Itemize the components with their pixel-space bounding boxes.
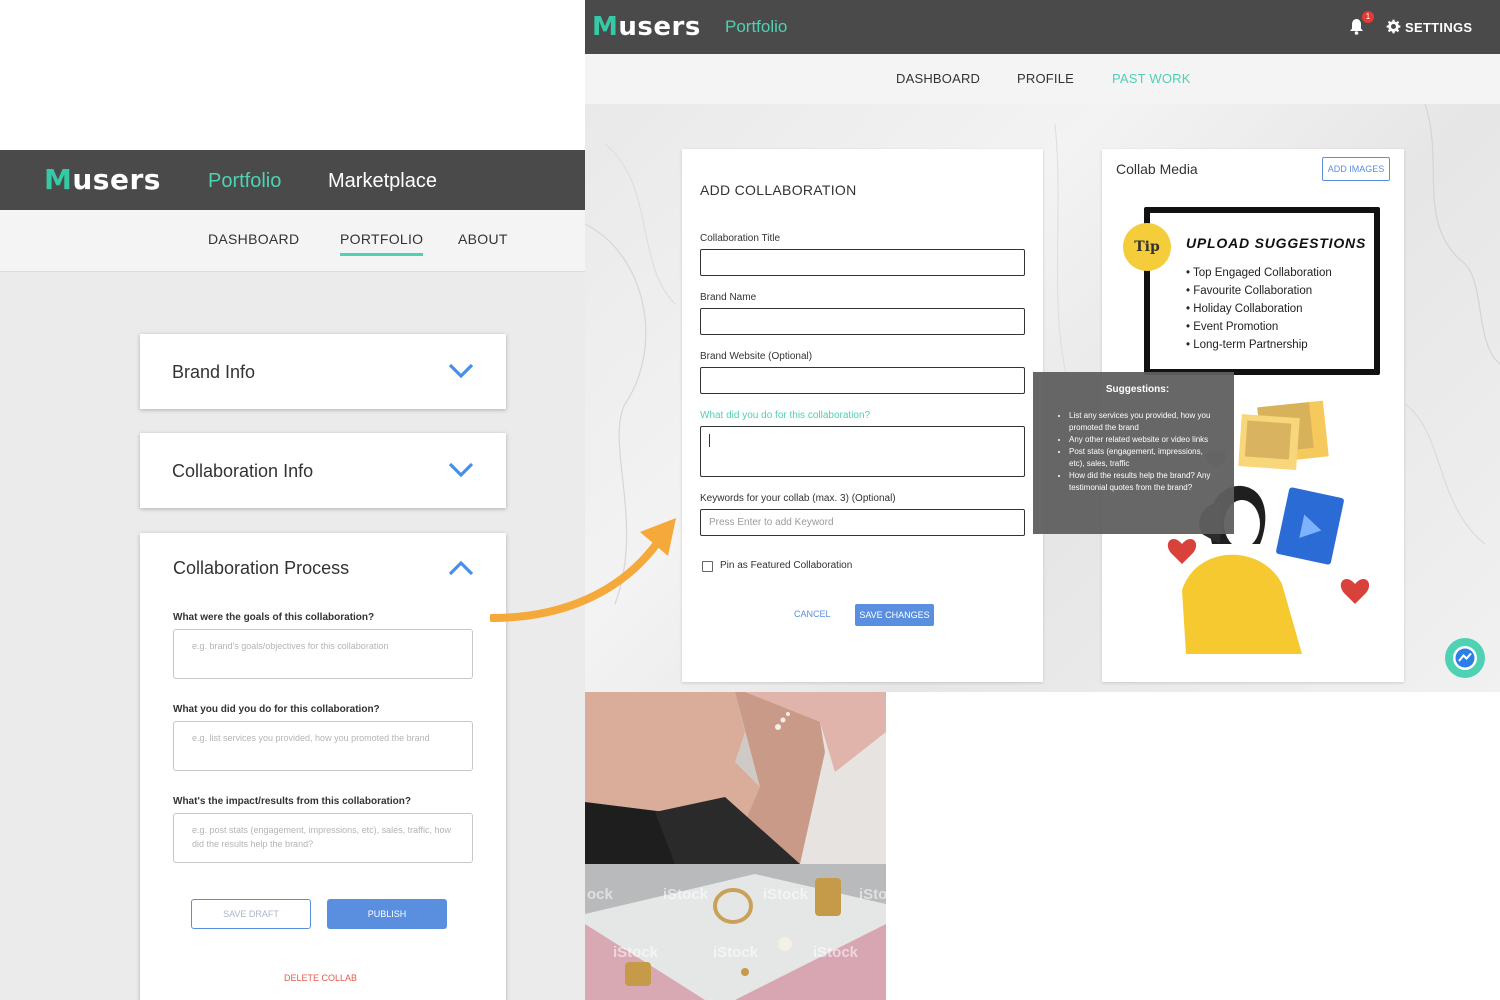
top-navbar: Musers Portfolio 1 SETTINGS (585, 0, 1500, 54)
pin-featured-label[interactable]: Pin as Featured Collaboration (720, 560, 852, 571)
subnav-past-work[interactable]: PAST WORK (1112, 71, 1191, 86)
save-changes-button[interactable]: SAVE CHANGES (855, 604, 934, 626)
watermark: iStock (663, 886, 709, 903)
delete-collab-button[interactable]: DELETE COLLAB (284, 973, 357, 983)
bell-icon[interactable] (1349, 18, 1364, 35)
tip-item: Event Promotion (1186, 321, 1332, 339)
field-label: Brand Name (700, 292, 757, 303)
publish-button[interactable]: PUBLISH (327, 899, 447, 929)
nav-marketplace-link[interactable]: Marketplace (328, 170, 437, 193)
keywords-placeholder: Press Enter to add Keyword (709, 517, 834, 528)
tooltip-item: Post stats (engagement, impressions, etc… (1069, 446, 1220, 470)
subnav-about[interactable]: ABOUT (458, 231, 508, 247)
musers-logo[interactable]: Musers (44, 163, 161, 196)
accordion-collab-info[interactable]: Collaboration Info (140, 433, 506, 508)
collab-title-input[interactable] (700, 249, 1025, 276)
settings-link[interactable]: SETTINGS (1405, 20, 1472, 35)
messenger-icon (1453, 646, 1477, 670)
add-collaboration-card: ADD COLLABORATION Collaboration Title Br… (682, 149, 1043, 682)
watermark: iStock (859, 886, 886, 903)
top-navbar: Musers Portfolio Marketplace (0, 150, 585, 210)
question-label: What's the impact/results from this coll… (173, 796, 411, 807)
sub-navbar: DASHBOARD PROFILE PAST WORK (585, 54, 1500, 104)
gear-icon[interactable] (1386, 19, 1401, 34)
subnav-profile[interactable]: PROFILE (1017, 71, 1074, 86)
field-label: Keywords for your collab (max. 3) (Optio… (700, 493, 896, 504)
musers-logo[interactable]: Musers (592, 12, 701, 42)
field-label: Brand Website (Optional) (700, 351, 813, 362)
keywords-input[interactable]: Press Enter to add Keyword (700, 509, 1025, 536)
question-label: What you did you do for this collaborati… (173, 704, 380, 715)
upload-suggestions-board: UPLOAD SUGGESTIONS Top Engaged Collabora… (1144, 207, 1380, 375)
field-label: Collaboration Title (700, 233, 781, 244)
goals-textarea[interactable]: e.g. brand's goals/objectives for this c… (173, 629, 473, 679)
messenger-chat-button[interactable] (1445, 638, 1485, 678)
services-textarea[interactable]: e.g. list services you provided, how you… (173, 721, 473, 771)
tip-list: Top Engaged Collaboration Favourite Coll… (1186, 267, 1332, 357)
watermark: iStock (763, 886, 809, 903)
text-caret (709, 434, 710, 447)
watermark: iStock (713, 944, 759, 961)
portrait-photo (585, 692, 886, 864)
watermark: iStock (813, 944, 859, 961)
watermark: iStock (613, 944, 659, 961)
accordion-title: Collaboration Process (173, 558, 350, 578)
jewelry-illustration (585, 864, 886, 1000)
jewelry-photo: ock iStock iStock iStock iStock iStock i… (585, 864, 886, 1000)
chevron-down-icon[interactable] (448, 461, 474, 479)
tooltip-item: How did the results help the brand? Any … (1069, 470, 1220, 494)
chevron-down-icon[interactable] (448, 362, 474, 380)
tip-badge: Tip (1123, 223, 1171, 271)
cancel-button[interactable]: CANCEL (794, 609, 831, 619)
watermark: ock (587, 886, 613, 903)
new-portfolio-ui: Musers Portfolio 1 SETTINGS DASHBOARD PR… (585, 0, 1500, 692)
accordion-brand-info[interactable]: Brand Info (140, 334, 506, 409)
subnav-dashboard[interactable]: DASHBOARD (896, 71, 980, 86)
accordion-title: Collaboration Info (172, 461, 314, 481)
nav-portfolio-link[interactable]: Portfolio (208, 170, 281, 193)
subnav-dashboard[interactable]: DASHBOARD (208, 231, 299, 247)
tip-item: Top Engaged Collaboration (1186, 267, 1332, 285)
subnav-portfolio[interactable]: PORTFOLIO (340, 231, 424, 256)
accordion-collab-process[interactable]: Collaboration Process What were the goal… (140, 533, 506, 1000)
form-title: ADD COLLABORATION (700, 182, 857, 198)
notification-badge: 1 (1362, 11, 1374, 23)
accordion-title: Brand Info (172, 362, 256, 382)
tip-item: Favourite Collaboration (1186, 285, 1332, 303)
chevron-up-icon[interactable] (448, 559, 474, 577)
tip-item: Long-term Partnership (1186, 339, 1332, 357)
tooltip-list: List any services you provided, how you … (1055, 410, 1220, 494)
pin-featured-checkbox[interactable] (702, 561, 713, 572)
brand-name-input[interactable] (700, 308, 1025, 335)
media-title: Collab Media (1116, 161, 1198, 177)
portrait-illustration (585, 692, 886, 864)
add-images-button[interactable]: ADD IMAGES (1322, 157, 1390, 181)
field-label-focused: What did you do for this collaboration? (700, 410, 871, 421)
tooltip-item: Any other related website or video links (1069, 434, 1220, 446)
nav-portfolio-link[interactable]: Portfolio (725, 17, 787, 37)
tooltip-title: Suggestions: (1105, 384, 1170, 395)
transition-arrow-icon (490, 518, 676, 622)
composite-screenshot: Musers Portfolio Marketplace DASHBOARD P… (0, 0, 1500, 1000)
results-textarea[interactable]: e.g. post stats (engagement, impressions… (173, 813, 473, 863)
save-draft-button[interactable]: SAVE DRAFT (191, 899, 311, 929)
brand-website-input[interactable] (700, 367, 1025, 394)
sub-navbar: DASHBOARD PORTFOLIO ABOUT (0, 210, 585, 272)
tip-heading: UPLOAD SUGGESTIONS (1186, 235, 1367, 251)
tooltip-item: List any services you provided, how you … (1069, 410, 1220, 434)
question-label: What were the goals of this collaboratio… (173, 612, 375, 623)
what-did-you-do-textarea[interactable] (700, 426, 1025, 477)
suggestions-tooltip: Suggestions: List any services you provi… (1033, 372, 1234, 534)
tip-item: Holiday Collaboration (1186, 303, 1332, 321)
